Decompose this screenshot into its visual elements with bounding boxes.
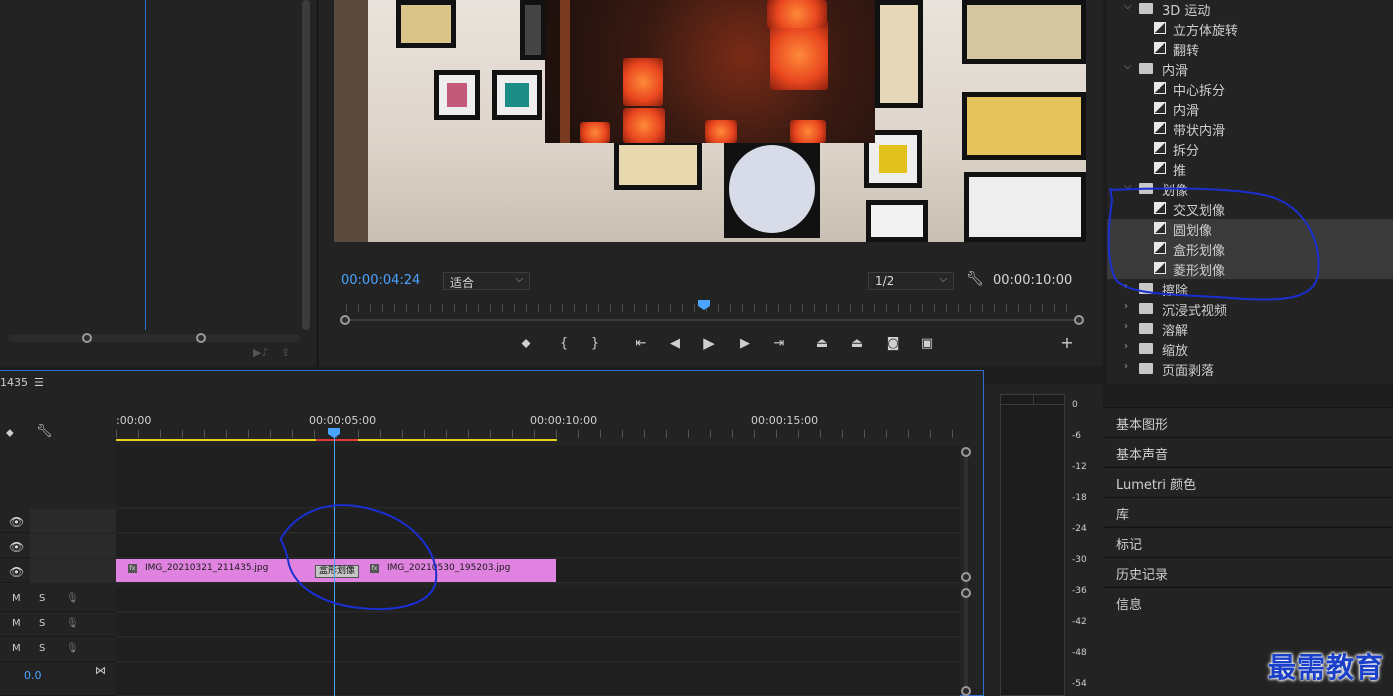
annotation-circle-timeline xyxy=(279,504,438,611)
annotation-strokes xyxy=(279,187,1320,611)
annotation-circle-effects xyxy=(1107,187,1320,301)
watermark-logo: 最需教育 xyxy=(1268,651,1385,684)
